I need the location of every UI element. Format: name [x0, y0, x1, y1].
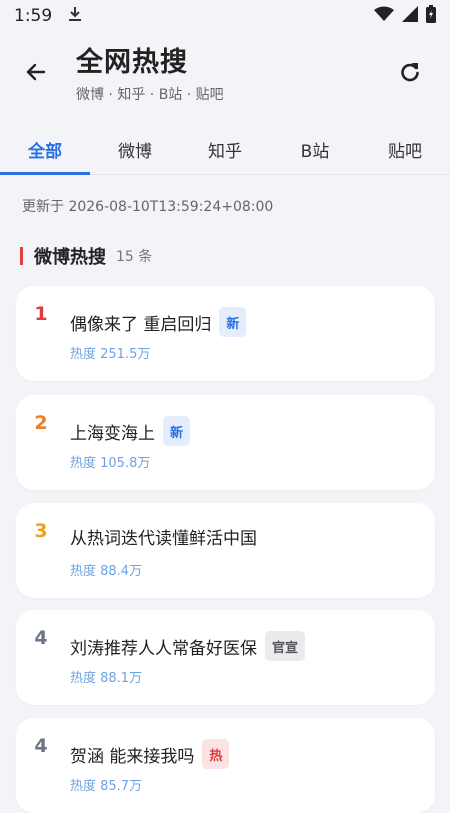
signal-icon	[402, 5, 418, 27]
item-title-text: 上海变海上	[70, 423, 155, 444]
badge-new: 新	[163, 416, 191, 446]
back-button[interactable]	[18, 54, 54, 90]
tab-bilibili[interactable]: B站	[270, 124, 360, 174]
item-title: 从热词迭代读懂鲜活中国	[70, 524, 257, 549]
refresh-button[interactable]	[392, 54, 428, 90]
item-title-text: 贺涵 能来接我吗	[70, 746, 195, 767]
tab-tieba[interactable]: 贴吧	[360, 124, 450, 174]
badge-new: 新	[219, 307, 247, 337]
tab-label: B站	[300, 141, 330, 162]
app-header: 全网热搜 微博 · 知乎 · B站 · 贴吧	[0, 32, 450, 114]
item-title-text: 偶像来了 重启回归	[70, 314, 212, 335]
status-bar: 1:59	[0, 0, 450, 32]
tab-label: 知乎	[208, 141, 242, 162]
rank-number: 3	[34, 520, 48, 542]
hot-search-item[interactable]: 2 上海变海上 新 热度 105.8万	[16, 395, 435, 490]
tab-indicator	[0, 172, 90, 175]
item-title: 偶像来了 重启回归 新	[70, 307, 247, 337]
hot-search-item[interactable]: 4 贺涵 能来接我吗 热 热度 85.7万	[16, 718, 435, 813]
tab-label: 微博	[118, 141, 152, 162]
tab-weibo[interactable]: 微博	[90, 124, 180, 174]
item-title-text: 从热词迭代读懂鲜活中国	[70, 529, 257, 549]
updated-time: 更新于 2026-08-10T13:59:24+08:00	[22, 199, 274, 215]
page-subtitle: 微博 · 知乎 · B站 · 贴吧	[76, 87, 224, 103]
battery-icon	[426, 4, 436, 28]
download-icon	[68, 6, 82, 27]
rank-number: 2	[34, 412, 48, 434]
page-title: 全网热搜	[76, 47, 188, 78]
hot-search-item[interactable]: 1 偶像来了 重启回归 新 热度 251.5万	[16, 286, 435, 381]
tab-all[interactable]: 全部	[0, 124, 90, 175]
rank-number: 4	[34, 627, 48, 649]
wifi-icon	[374, 6, 394, 27]
hot-search-item[interactable]: 4 刘涛推荐人人常备好医保 官宣 热度 88.1万	[16, 610, 435, 705]
item-title: 上海变海上 新	[70, 416, 191, 446]
item-title: 贺涵 能来接我吗 热	[70, 739, 230, 769]
arrow-left-icon	[26, 63, 46, 81]
refresh-icon	[401, 63, 419, 82]
tab-label: 贴吧	[388, 141, 422, 162]
hot-value: 热度 88.1万	[70, 671, 143, 686]
tab-zhihu[interactable]: 知乎	[180, 124, 270, 174]
hot-value: 热度 85.7万	[70, 779, 143, 794]
rank-number: 1	[34, 303, 48, 325]
hot-value: 热度 88.4万	[70, 564, 143, 579]
item-title-text: 刘涛推荐人人常备好医保	[70, 638, 257, 659]
badge-hot: 热	[202, 739, 230, 769]
rank-number: 4	[34, 735, 48, 757]
item-title: 刘涛推荐人人常备好医保 官宣	[70, 631, 306, 661]
hot-search-item[interactable]: 3 从热词迭代读懂鲜活中国 热度 88.4万	[16, 503, 435, 598]
section-header: 微博热搜 15 条	[20, 244, 152, 268]
section-marker	[20, 247, 23, 265]
hot-value: 热度 105.8万	[70, 456, 151, 471]
badge-official: 官宣	[265, 631, 306, 661]
tab-bar: 全部 微博 知乎 B站 贴吧	[0, 124, 450, 175]
status-time: 1:59	[14, 6, 53, 26]
tab-label: 全部	[28, 141, 62, 162]
hot-value: 热度 251.5万	[70, 347, 151, 362]
section-title: 微博热搜	[34, 247, 106, 268]
section-count: 15 条	[116, 249, 153, 265]
